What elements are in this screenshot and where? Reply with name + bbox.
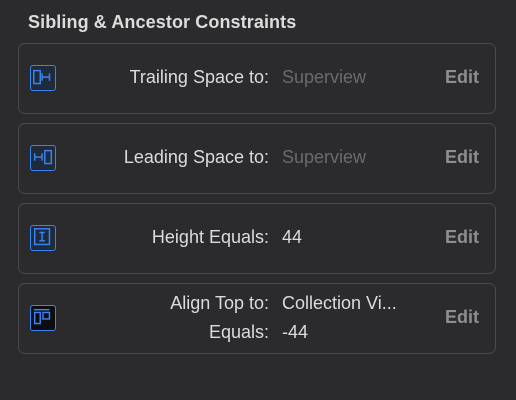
align-top-icon (30, 305, 56, 331)
constraint-value: Collection Vi... (282, 293, 397, 313)
constraint-value-secondary: -44 (282, 322, 309, 342)
leading-space-icon (30, 145, 56, 171)
constraint-label: Align Top to: (170, 293, 269, 313)
constraint-value: 44 (282, 227, 303, 247)
edit-button[interactable]: Edit (445, 67, 479, 88)
constraint-label: Trailing Space to: (129, 67, 269, 87)
edit-button[interactable]: Edit (445, 147, 479, 168)
section-title: Sibling & Ancestor Constraints (28, 12, 297, 32)
constraint-row-align-top[interactable]: Align Top to: Collection Vi... Equals: -… (18, 283, 496, 354)
edit-button[interactable]: Edit (445, 227, 479, 248)
edit-button[interactable]: Edit (445, 307, 479, 328)
constraint-value: Superview (282, 147, 367, 167)
height-icon (30, 225, 56, 251)
constraint-label-secondary: Equals: (208, 322, 269, 342)
constraint-row-trailing-space[interactable]: Trailing Space to: Superview Edit (18, 43, 496, 114)
constraint-label: Leading Space to: (123, 147, 269, 167)
constraints-panel: Sibling & Ancestor Constraints Trailing … (0, 0, 516, 400)
trailing-space-icon (30, 65, 56, 91)
constraint-row-leading-space[interactable]: Leading Space to: Superview Edit (18, 123, 496, 194)
constraint-label: Height Equals: (151, 227, 269, 247)
constraint-value: Superview (282, 67, 367, 87)
constraint-row-height[interactable]: Height Equals: 44 Edit (18, 203, 496, 274)
